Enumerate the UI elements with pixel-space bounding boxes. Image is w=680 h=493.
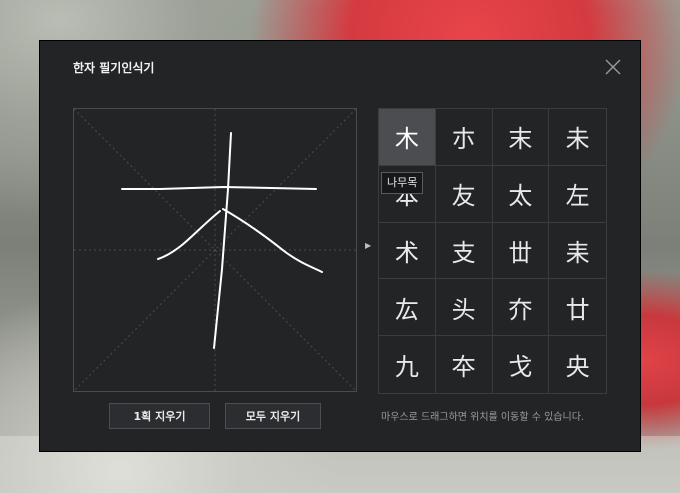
candidate-cell[interactable]: 廿 [549,279,606,337]
candidate-cell[interactable]: 耒 [549,223,606,280]
candidate-cell[interactable]: 九 [379,336,436,393]
candidate-cell[interactable]: 丗 [492,222,550,280]
undo-stroke-button[interactable]: 1획 지우기 [109,403,210,429]
dialog-title: 한자 필기인식기 [73,61,155,75]
candidate-cell[interactable]: 头 [435,279,493,337]
candidate-cell[interactable]: 夰 [492,279,550,337]
drag-hint: 마우스로 드래그하면 위치를 이동할 수 있습니다. [381,412,585,423]
candidate-cell[interactable]: 央 [549,336,606,393]
candidate-cell[interactable]: 友 [435,165,493,223]
candidate-cell[interactable]: 木 [379,109,436,166]
candidate-grid: 木 朩 末 未 本 友 太 左 术 支 丗 耒 厷 头 夰 廿 九 夲 戈 央 [378,108,607,394]
handwriting-pad[interactable] [73,108,357,392]
candidate-cell[interactable]: 戈 [493,336,550,393]
candidate-cell[interactable]: 末 [492,109,550,166]
candidate-cell[interactable]: 左 [549,166,606,223]
drawing-canvas[interactable] [74,109,356,391]
stroke-vertical [213,132,232,349]
stroke-right-sweep [222,208,323,273]
candidate-cell[interactable]: 未 [549,109,606,166]
candidate-cell[interactable]: 夲 [436,336,493,393]
stroke-horizontal [121,185,317,190]
close-button[interactable] [603,57,623,77]
stroke-left-sweep [157,210,221,260]
arrow-icon: ▶ [365,241,372,250]
candidate-cell[interactable]: 朩 [435,109,493,166]
clear-all-button[interactable]: 모두 지우기 [225,403,321,429]
candidate-cell[interactable]: 术 [379,222,436,280]
close-icon [605,59,621,75]
candidate-cell[interactable]: 厷 [379,279,436,337]
handwriting-dialog: 한자 필기인식기 ▶ 木 朩 末 未 本 友 太 左 术 支 丗 耒 厷 头 夰… [39,40,641,452]
candidate-cell[interactable]: 太 [492,165,550,223]
candidate-cell[interactable]: 支 [435,222,493,280]
candidate-tooltip: 나무목 [381,172,424,194]
